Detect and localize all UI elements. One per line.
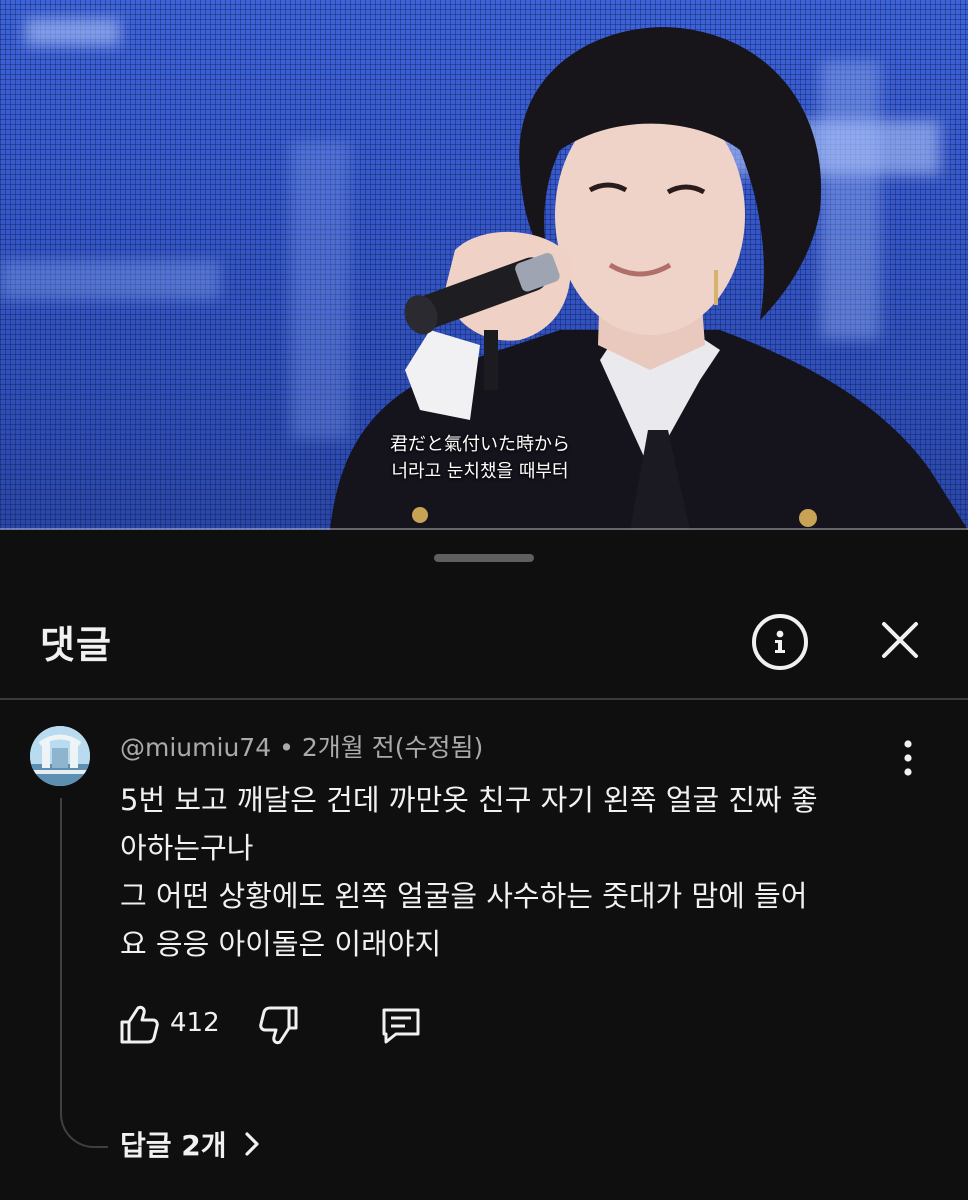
- comment-actions: 412: [114, 1000, 534, 1050]
- video-player[interactable]: 君だと氣付いた時から 너라고 눈치챘을 때부터: [0, 0, 968, 530]
- avatar[interactable]: [30, 726, 90, 786]
- divider: [0, 698, 968, 700]
- comment-meta: @miumiu74 • 2개월 전(수정됨): [120, 728, 483, 764]
- panel-title: 댓글: [40, 623, 112, 667]
- chevron-right-icon: [244, 1132, 259, 1156]
- thumbs-down-icon: [259, 1006, 298, 1045]
- comments-panel: 댓글 @miumiu74 • 2개월 전(수정됨) 5번 보고 깨달은 건데 까…: [0, 532, 968, 1200]
- drag-handle[interactable]: [434, 554, 534, 562]
- thread-connector: [60, 798, 108, 1148]
- thumbs-up-icon: [120, 1005, 159, 1044]
- like-count: 412: [170, 1008, 220, 1038]
- subtitle-original: 君だと氣付いた時から: [390, 434, 570, 455]
- avatar-image: [30, 726, 90, 786]
- video-progress-bar[interactable]: [0, 528, 968, 530]
- info-button[interactable]: [752, 614, 808, 670]
- like-button[interactable]: [114, 1000, 164, 1050]
- comment-line: 5번 보고 깨달은 건데 까만옷 친구 자기 왼쪽 얼굴 진짜 좋: [120, 783, 818, 817]
- comment-line: 요 응응 아이돌은 이래야지: [120, 927, 442, 961]
- comment-time: 2개월 전(수정됨): [301, 733, 484, 762]
- meta-separator: •: [279, 733, 294, 762]
- reply-button[interactable]: [376, 1000, 426, 1050]
- comment-author[interactable]: @miumiu74: [120, 733, 271, 762]
- subtitle-translation: 너라고 눈치챘을 때부터: [391, 461, 569, 482]
- comment-more-button[interactable]: [890, 736, 926, 780]
- comment-line: 그 어떤 상황에도 왼쪽 얼굴을 사수하는 줏대가 맘에 들어: [120, 879, 808, 913]
- dislike-button[interactable]: [254, 1000, 304, 1050]
- view-replies-button[interactable]: 답글 2개: [120, 1124, 261, 1164]
- comment-icon: [382, 1008, 420, 1044]
- info-icon: [775, 630, 785, 653]
- comment-body: 5번 보고 깨달은 건데 까만옷 친구 자기 왼쪽 얼굴 진짜 좋 아하는구나 …: [120, 776, 910, 968]
- more-vertical-icon: [904, 740, 912, 776]
- comment-line: 아하는구나: [120, 831, 254, 865]
- video-subtitles: 君だと氣付いた時から 너라고 눈치챘을 때부터: [330, 432, 630, 486]
- close-icon: [882, 622, 918, 658]
- close-button[interactable]: [876, 616, 924, 664]
- replies-label: 답글 2개: [120, 1129, 227, 1162]
